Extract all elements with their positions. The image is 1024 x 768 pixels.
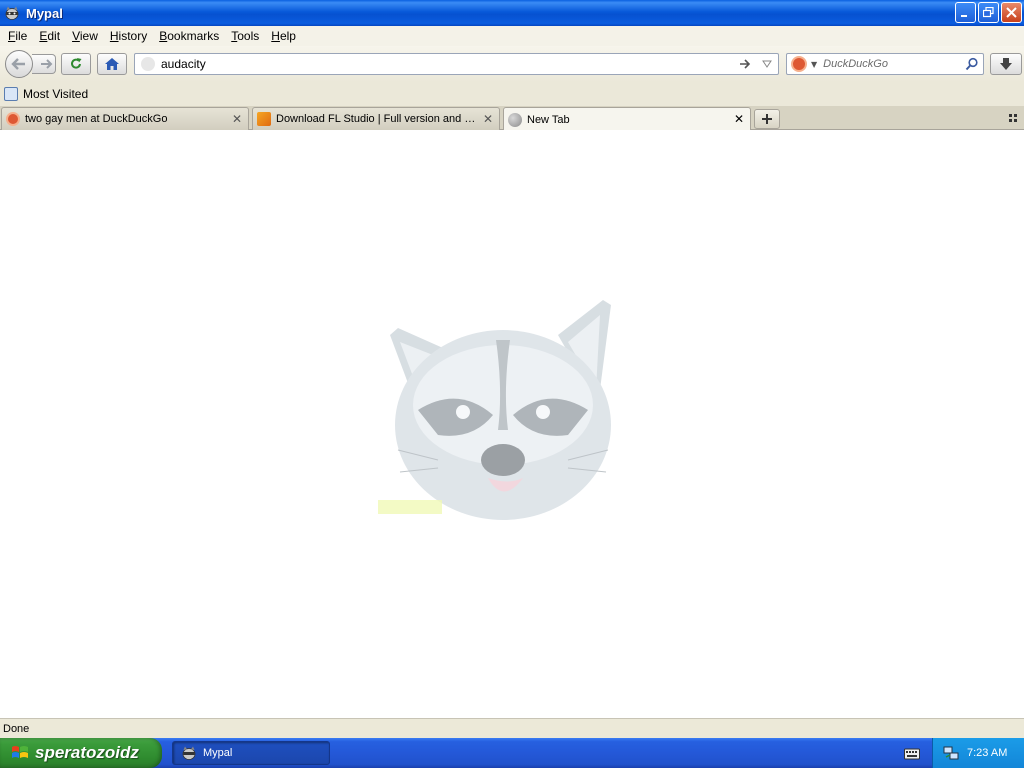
- menu-help[interactable]: Help: [265, 29, 302, 43]
- menu-edit[interactable]: Edit: [33, 29, 66, 43]
- window-titlebar[interactable]: Mypal: [0, 0, 1024, 26]
- taskbar-item-mypal[interactable]: Mypal: [172, 741, 330, 765]
- menu-tools[interactable]: Tools: [225, 29, 265, 43]
- tab-strip: two gay men at DuckDuckGo ✕ Download FL …: [0, 106, 1024, 131]
- tab-new-tab[interactable]: New Tab ✕: [503, 107, 751, 131]
- window-title: Mypal: [26, 5, 63, 21]
- mypal-raccoon-icon: [182, 746, 196, 760]
- system-tray: 7:23 AM: [932, 738, 1024, 768]
- keyboard-icon[interactable]: [904, 746, 920, 760]
- tab-close-icon[interactable]: ✕: [483, 112, 493, 126]
- mypal-raccoon-icon: [5, 6, 19, 20]
- url-input[interactable]: [161, 57, 731, 71]
- tab-close-icon[interactable]: ✕: [232, 112, 242, 126]
- site-identity-icon[interactable]: [141, 57, 155, 71]
- search-icon[interactable]: [965, 57, 979, 71]
- menu-bar: File Edit View History Bookmarks Tools H…: [0, 26, 1024, 46]
- network-icon[interactable]: [943, 745, 959, 761]
- duckduckgo-engine-icon[interactable]: [791, 56, 807, 72]
- start-label: speratozoidz: [35, 743, 139, 762]
- duckduckgo-favicon-icon: [6, 112, 20, 126]
- most-visited-folder-icon: [4, 87, 18, 101]
- new-tab-button[interactable]: [754, 109, 780, 129]
- downloads-button[interactable]: [990, 53, 1022, 75]
- search-input[interactable]: [823, 58, 964, 70]
- reload-button[interactable]: [61, 53, 91, 75]
- download-arrow-icon: [1000, 58, 1012, 70]
- menu-view[interactable]: View: [66, 29, 104, 43]
- globe-favicon-icon: [508, 112, 522, 127]
- taskbar: speratozoidz Mypal 7:23 AM: [0, 738, 1024, 768]
- engine-dropdown-icon[interactable]: ▼: [811, 60, 817, 69]
- status-text: Done: [3, 722, 30, 735]
- close-icon: [1006, 7, 1017, 18]
- plus-icon: [762, 114, 772, 124]
- minimize-button[interactable]: [955, 2, 976, 23]
- minimize-icon: [961, 15, 967, 17]
- go-arrow-icon[interactable]: [738, 57, 752, 71]
- reload-icon: [71, 58, 82, 69]
- windows-flag-icon: [12, 746, 28, 758]
- page-content: [0, 130, 1024, 718]
- tab-fl-studio[interactable]: Download FL Studio | Full version and Fr…: [252, 107, 500, 130]
- most-visited-bookmark[interactable]: Most Visited: [23, 87, 88, 101]
- menu-history[interactable]: History: [104, 29, 153, 43]
- menu-bookmarks[interactable]: Bookmarks: [153, 29, 225, 43]
- fl-studio-favicon-icon: [257, 112, 271, 126]
- list-all-tabs-icon[interactable]: [1006, 111, 1020, 125]
- url-dropdown-icon[interactable]: [762, 60, 772, 68]
- url-bar[interactable]: [134, 53, 779, 75]
- navigation-toolbar: ▼: [0, 46, 1024, 82]
- home-icon: [105, 58, 119, 70]
- start-button[interactable]: speratozoidz: [0, 738, 162, 768]
- tab-duckduckgo[interactable]: two gay men at DuckDuckGo ✕: [1, 107, 249, 130]
- home-button[interactable]: [97, 53, 127, 75]
- restore-icon: [983, 7, 994, 18]
- forward-arrow-icon: [40, 59, 52, 69]
- bookmarks-toolbar: Most Visited: [0, 82, 1024, 106]
- clock[interactable]: 7:23 AM: [967, 747, 1007, 759]
- status-bar: Done: [0, 718, 1024, 738]
- mypal-raccoon-logo: [378, 300, 611, 520]
- back-arrow-icon: [11, 58, 25, 70]
- forward-button[interactable]: [32, 54, 56, 74]
- restore-button[interactable]: [978, 2, 999, 23]
- search-bar[interactable]: ▼: [786, 53, 984, 75]
- tab-close-icon[interactable]: ✕: [734, 112, 744, 126]
- back-button[interactable]: [5, 50, 33, 78]
- close-window-button[interactable]: [1001, 2, 1022, 23]
- menu-file[interactable]: File: [2, 29, 33, 43]
